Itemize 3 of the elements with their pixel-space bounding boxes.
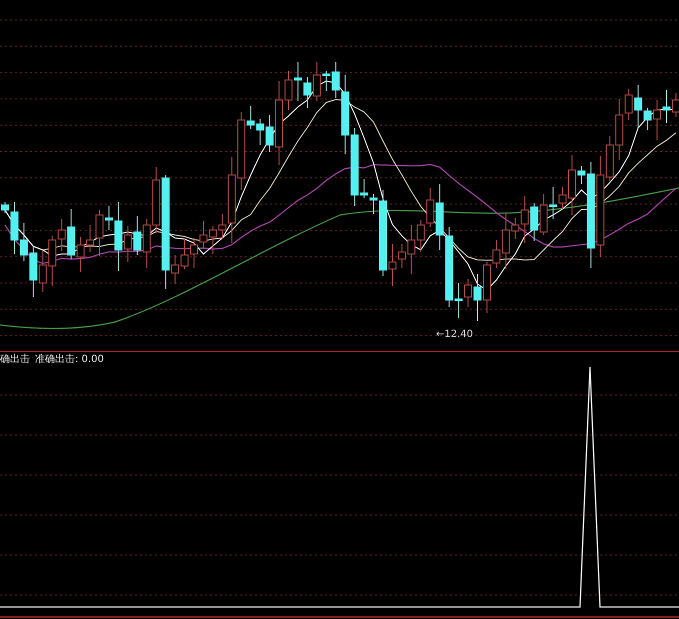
indicator-name: 确出击 <box>0 353 30 367</box>
low-price-marker: ←12.40 <box>436 330 474 340</box>
indicator-value: 准确出击: 0.00 <box>35 353 104 367</box>
